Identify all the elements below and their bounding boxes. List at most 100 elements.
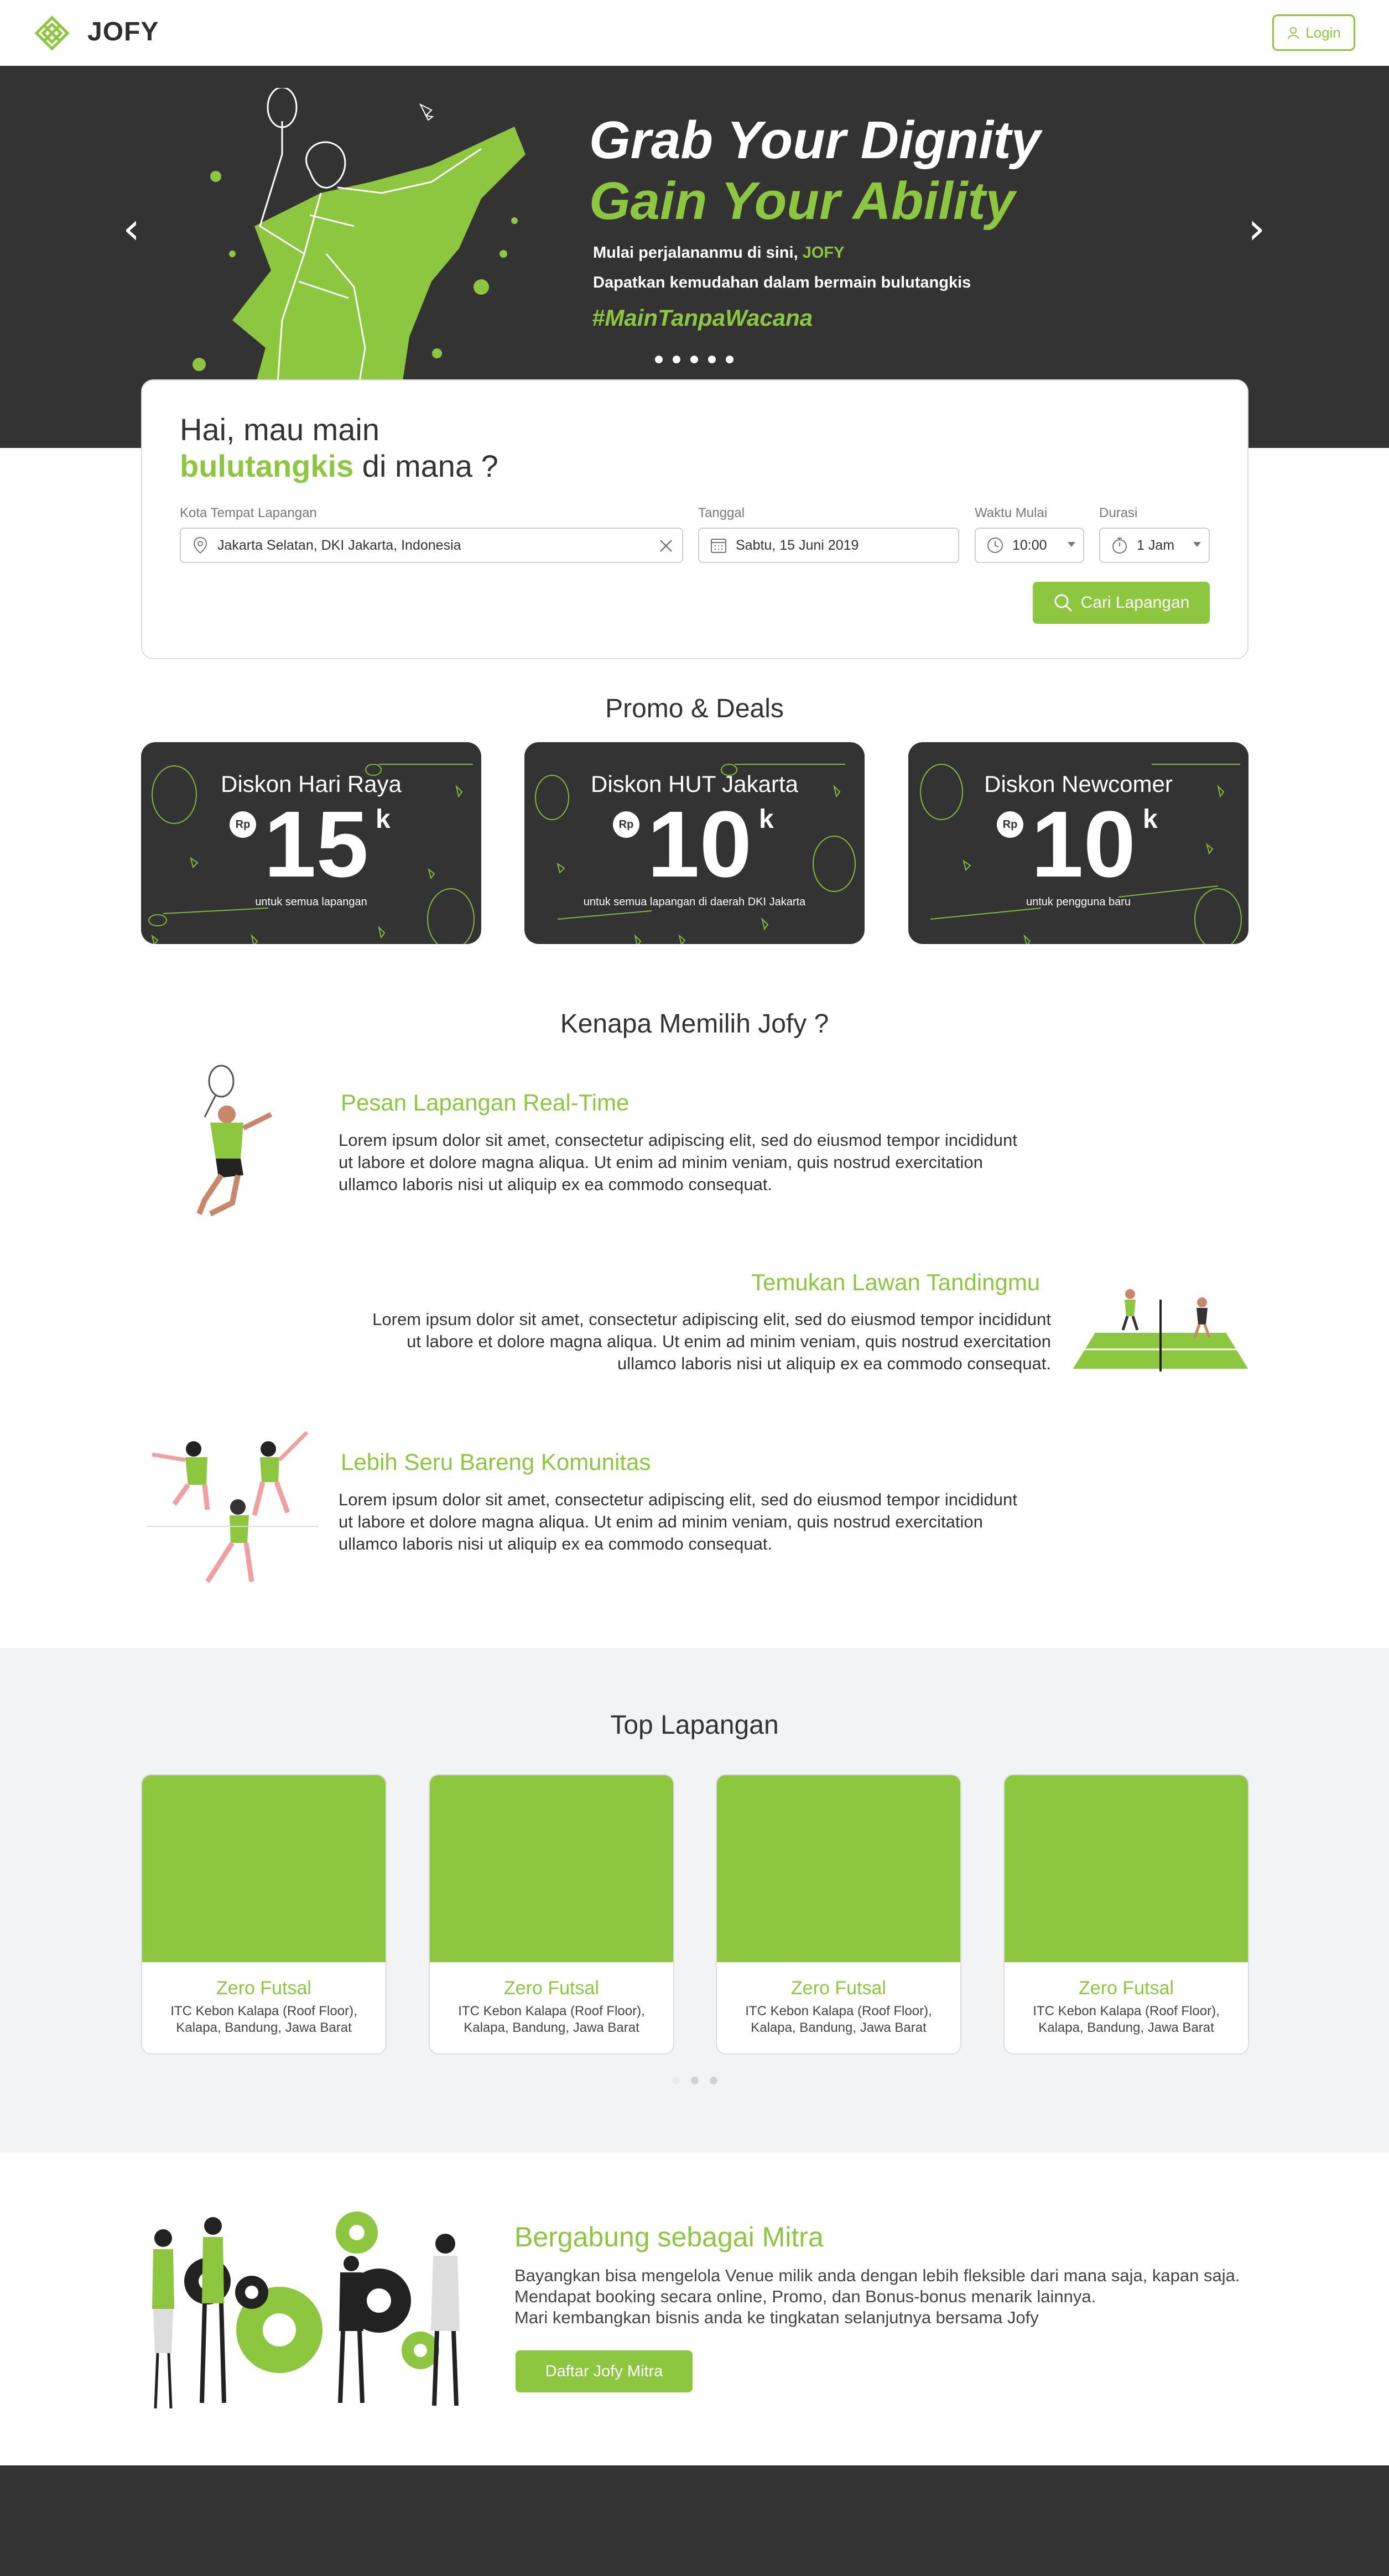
promo-amount: 10 [647,792,752,897]
dropdown-caret-icon [1193,542,1201,547]
venue-name: Zero Futsal [791,1978,886,1999]
promo-card[interactable]: Diskon Newcomer Rp 10 k untuk pengguna b… [908,742,1248,944]
pagination-dot[interactable] [672,2077,680,2084]
badminton-court-match-illustration [1072,1289,1249,1372]
mitra-title: Bergabung sebagai Mitra [514,2222,824,2252]
feature-title: Lebih Seru Bareng Komunitas [341,1449,651,1475]
search-courts-button[interactable]: Cari Lapangan [1033,582,1210,624]
venue-image [142,1775,386,1962]
time-label: Waktu Mulai [975,505,1048,520]
pagination-dot[interactable] [691,2077,699,2084]
venue-address: ITC Kebon Kalapa (Roof Floor), Kalapa, B… [142,2003,386,2036]
register-mitra-button[interactable]: Daftar Jofy Mitra [516,2350,693,2392]
feature-title: Temukan Lawan Tandingmu [751,1269,1041,1295]
feature-desc-line: Lorem ipsum dolor sit amet, consectetur … [339,1130,1017,1150]
business-team-gears-illustration [152,2212,460,2409]
venue-address-line: ITC Kebon Kalapa (Roof Floor), [458,2004,645,2019]
venue-address: ITC Kebon Kalapa (Roof Floor), Kalapa, B… [1005,2003,1248,2036]
city-field[interactable]: Jakarta Selatan, DKI Jakarta, Indonesia [180,528,683,563]
top-navbar: JOFY Login [0,0,1389,66]
carousel-indicators [655,356,733,363]
promo-note: untuk semua lapangan di daerah DKI Jakar… [583,896,806,908]
search-heading-sport: bulutangkis [180,449,354,483]
feature-desc: Lorem ipsum dolor sit amet, consectetur … [277,1308,1051,1375]
dropdown-caret-icon [1068,542,1075,547]
hero-hashtag: #MainTanpaWacana [592,305,813,331]
rupiah-badge: Rp [997,811,1023,838]
feature-desc-line: ut labore et dolore magna aliqua. Ut eni… [339,1512,983,1531]
search-button-label: Cari Lapangan [1080,593,1190,612]
map-pin-icon [193,536,207,554]
venue-card[interactable]: Zero Futsal ITC Kebon Kalapa (Roof Floor… [1003,1774,1249,2054]
carousel-dot[interactable] [690,356,698,363]
promo-section-title: Promo & Deals [605,694,784,723]
carousel-next-chevron-icon[interactable]: › [1248,204,1265,254]
time-select[interactable]: 10:00 [975,528,1084,563]
duration-label: Durasi [1099,505,1138,520]
promo-card[interactable]: Diskon Hari Raya Rp 15 k untuk semua lap… [141,742,481,944]
venue-address-line: ITC Kebon Kalapa (Roof Floor), [170,2004,357,2019]
venue-address-line: ITC Kebon Kalapa (Roof Floor), [745,2004,932,2019]
venue-address-line: Kalapa, Bandung, Jawa Barat [751,2020,927,2035]
user-icon [1288,27,1299,39]
venue-address: ITC Kebon Kalapa (Roof Floor), Kalapa, B… [430,2003,673,2036]
date-field[interactable]: Sabtu, 15 Juni 2019 [698,528,959,563]
promo-unit: k [759,805,774,834]
mitra-desc-line: Mari kembangkan bisnis anda ke tingkatan… [514,2308,1039,2327]
feature-desc-line: Lorem ipsum dolor sit amet, consectetur … [372,1310,1051,1329]
venue-pagination [672,2077,717,2084]
clear-x-icon[interactable] [659,539,673,553]
feature-desc: Lorem ipsum dolor sit amet, consectetur … [339,1129,1113,1196]
why-section-title: Kenapa Memilih Jofy ? [560,1009,829,1039]
carousel-dot[interactable] [673,356,680,363]
hero-intro: Mulai perjalananmu di sini, JOFY [593,244,844,262]
jofy-logo-icon[interactable] [34,15,70,51]
top-courts-title: Top Lapangan [610,1711,779,1740]
stopwatch-icon [1112,538,1127,554]
brand-name[interactable]: JOFY [87,17,159,47]
footer [0,2465,1389,2576]
feature-desc-line: ut labore et dolore magna aliqua. Ut eni… [407,1332,1051,1351]
promo-note: untuk pengguna baru [1026,896,1131,908]
city-value: Jakarta Selatan, DKI Jakarta, Indonesia [217,537,461,553]
rupiah-badge: Rp [613,811,639,838]
badminton-community-illustration [147,1431,318,1583]
hero-title-line1: Grab Your Dignity [589,111,1041,170]
carousel-dot[interactable] [655,356,663,363]
carousel-dot[interactable] [708,356,716,363]
venue-name: Zero Futsal [504,1978,599,1999]
clock-icon [987,538,1003,553]
venue-name: Zero Futsal [216,1978,311,1999]
hero-subtitle: Dapatkan kemudahan dalam bermain bulutan… [593,274,971,291]
hero-title-line2: Gain Your Ability [589,171,1015,231]
date-label: Tanggal [698,505,745,520]
calendar-icon [711,539,726,553]
promo-note: untuk semua lapangan [255,896,367,908]
pagination-dot[interactable] [710,2077,717,2084]
venue-address: ITC Kebon Kalapa (Roof Floor), Kalapa, B… [717,2003,960,2036]
login-label: Login [1305,24,1341,41]
search-heading-rest: di mana ? [362,449,498,483]
venue-card[interactable]: Zero Futsal ITC Kebon Kalapa (Roof Floor… [141,1774,387,2054]
time-value: 10:00 [1012,537,1047,553]
venue-address-line: ITC Kebon Kalapa (Roof Floor), [1033,2004,1220,2019]
carousel-prev-chevron-icon[interactable]: ‹ [123,204,140,254]
login-button[interactable]: Login [1272,14,1355,51]
venue-card[interactable]: Zero Futsal ITC Kebon Kalapa (Roof Floor… [716,1774,961,2054]
badminton-jumper-illustration [196,1065,273,1217]
carousel-dot[interactable] [726,356,733,363]
feature-title: Pesan Lapangan Real-Time [341,1089,630,1115]
promo-unit: k [376,805,391,834]
court-search-card: Hai, mau main bulutangkis di mana ? Kota… [141,379,1248,659]
venue-image [430,1775,673,1962]
promo-card[interactable]: Diskon HUT Jakarta Rp 10 k untuk semua l… [524,742,865,944]
mitra-description: Bayangkan bisa mengelola Venue milik and… [514,2265,1289,2328]
venue-card[interactable]: Zero Futsal ITC Kebon Kalapa (Roof Floor… [429,1774,674,2054]
feature-desc-line: Lorem ipsum dolor sit amet, consectetur … [339,1490,1017,1509]
date-value: Sabtu, 15 Juni 2019 [736,537,859,553]
rupiah-badge: Rp [230,811,256,838]
duration-value: 1 Jam [1137,537,1175,553]
venue-image [717,1775,960,1962]
duration-select[interactable]: 1 Jam [1099,528,1210,563]
search-icon [1054,594,1072,612]
